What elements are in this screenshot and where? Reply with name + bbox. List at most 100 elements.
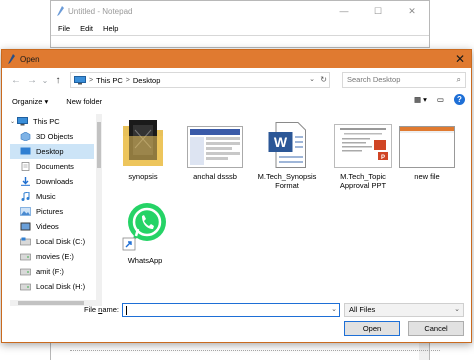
desktop-icon	[20, 147, 36, 156]
word-doc-icon: W	[257, 116, 317, 168]
nav-item-desktop[interactable]: Desktop	[10, 144, 94, 159]
toolbar: Organize ▾ New folder ▦ ▾ ▭ ?	[2, 92, 471, 110]
nav-item-3d-objects[interactable]: 3D Objects	[10, 129, 94, 144]
chevron-down-icon: ⌄	[454, 306, 460, 313]
nav-item-amit-f[interactable]: amit (F:)	[10, 264, 94, 279]
nav-item-label: Videos	[36, 222, 59, 231]
dialog-close-button[interactable]: ✕	[449, 50, 471, 68]
nav-item-label: Downloads	[36, 177, 74, 186]
breadcrumb-separator: >	[89, 76, 94, 84]
notepad-title: Untitled - Notepad	[68, 6, 133, 16]
notepad-close-button[interactable]: ✕	[395, 1, 429, 21]
filename-dropdown-icon[interactable]: ⌄	[331, 304, 337, 316]
notepad-menubar: File Edit Help	[51, 21, 429, 35]
forward-button[interactable]: →	[24, 72, 40, 88]
nav-item-videos[interactable]: Videos	[10, 219, 94, 234]
drive-icon	[20, 252, 36, 261]
help-icon[interactable]: ?	[454, 94, 465, 105]
notepad-editor[interactable]	[51, 35, 429, 47]
drive-icon	[20, 282, 36, 291]
file-item-new-file[interactable]: new file	[394, 116, 460, 181]
file-item-m-tech-topic-approval-ppt[interactable]: P M.Tech_Topic Approval PPT	[330, 116, 396, 190]
nav-item-downloads[interactable]: Downloads	[10, 174, 94, 189]
search-input[interactable]: Search Desktop ⌕	[342, 72, 466, 88]
documents-icon	[20, 162, 36, 171]
file-item-label: synopsis	[128, 172, 158, 181]
view-options-button[interactable]: ▦ ▾	[414, 95, 427, 104]
dialog-titlebar: Open	[2, 50, 471, 68]
cancel-button[interactable]: Cancel	[408, 321, 464, 336]
notepad-icon	[8, 54, 15, 64]
breadcrumb-desktop[interactable]: Desktop	[133, 76, 161, 85]
notepad-controls: — ☐ ✕	[327, 1, 429, 21]
filename-label: File name:	[84, 305, 120, 314]
address-bar[interactable]: > This PC > Desktop ⌄ ↻	[70, 72, 330, 88]
address-dropdown-icon[interactable]: ⌄	[309, 73, 315, 87]
image-thumb-icon	[185, 116, 245, 168]
maximize-button[interactable]: ☐	[361, 1, 395, 21]
navigation-scrollbar[interactable]	[96, 114, 102, 300]
downloads-icon	[20, 177, 36, 186]
file-item-label: M.Tech_Synopsis Format	[257, 172, 317, 190]
open-button[interactable]: Open	[344, 321, 400, 336]
file-item-whatsapp[interactable]: WhatsApp	[112, 200, 178, 265]
new-folder-button[interactable]: New folder	[66, 97, 102, 106]
nav-item-documents[interactable]: Documents	[10, 159, 94, 174]
recent-locations-button[interactable]: ⌄	[40, 72, 50, 88]
refresh-icon[interactable]: ↻	[320, 73, 327, 87]
file-item-label: new file	[414, 172, 440, 181]
nav-item-label: Desktop	[36, 147, 64, 156]
organize-button[interactable]: Organize ▾	[12, 97, 48, 106]
back-button[interactable]: ←	[8, 72, 24, 88]
folder-icon	[113, 116, 173, 168]
file-item-synopsis[interactable]: synopsis	[110, 116, 176, 181]
breadcrumb-this-pc[interactable]: This PC	[96, 76, 123, 85]
text-caret	[126, 305, 127, 315]
minimize-button[interactable]: —	[327, 1, 361, 21]
nav-item-label: Local Disk (H:)	[36, 282, 86, 291]
pictures-icon	[20, 207, 36, 216]
nav-item-label: movies (E:)	[36, 252, 74, 261]
search-icon: ⌕	[456, 75, 461, 84]
menu-file[interactable]: File	[58, 24, 70, 33]
file-list: synopsis anchal dsssb W M.Tech_Synopsis For…	[110, 116, 470, 296]
notepad-window: Untitled - Notepad — ☐ ✕ File Edit Help	[50, 0, 430, 48]
dialog-title: Open	[20, 54, 40, 64]
file-item-m-tech-synopsis-format[interactable]: W M.Tech_Synopsis Format	[254, 116, 320, 190]
nav-item-pictures[interactable]: Pictures	[10, 204, 94, 219]
screen: { "notepad": { "title": "Untitled - Note…	[0, 0, 474, 360]
navigation-pane: ⌄ This PC 3D Objects Desktop Documents Downlo…	[10, 114, 94, 294]
file-type-value: All Files	[349, 305, 376, 314]
address-row: ← → ⌄ ↑ > This PC > Desktop ⌄ ↻ Search D…	[2, 68, 471, 92]
nav-item-label: amit (F:)	[36, 267, 64, 276]
menu-help[interactable]: Help	[103, 24, 118, 33]
disk-icon	[20, 237, 36, 246]
file-item-anchal-dsssb[interactable]: anchal dsssb	[182, 116, 248, 181]
preview-pane-button[interactable]: ▭	[437, 95, 444, 104]
nav-item-local-disk-h[interactable]: Local Disk (H:)	[10, 279, 94, 294]
music-icon	[20, 192, 36, 201]
file-item-label: M.Tech_Topic Approval PPT	[339, 172, 387, 190]
nav-item-this-pc[interactable]: ⌄ This PC	[10, 114, 94, 129]
nav-item-label: Local Disk (C:)	[36, 237, 86, 246]
scrollbar-thumb[interactable]	[18, 301, 84, 305]
up-button[interactable]: ↑	[50, 72, 66, 88]
nav-item-label: This PC	[33, 117, 60, 126]
nav-item-local-disk-c[interactable]: Local Disk (C:)	[10, 234, 94, 249]
videos-icon	[20, 222, 36, 231]
nav-item-label: 3D Objects	[36, 132, 74, 141]
scrollbar-thumb[interactable]	[97, 122, 101, 168]
menu-edit[interactable]: Edit	[80, 24, 93, 33]
whatsapp-icon	[115, 200, 175, 252]
divider	[70, 350, 440, 351]
search-placeholder: Search Desktop	[347, 75, 401, 84]
file-type-select[interactable]: All Files ⌄	[344, 303, 464, 317]
svg-text:P: P	[381, 155, 385, 161]
ppt-thumb-icon: P	[333, 116, 393, 168]
breadcrumb-separator: >	[125, 76, 130, 84]
nav-item-movies-e[interactable]: movies (E:)	[10, 249, 94, 264]
filename-input[interactable]: ⌄	[122, 303, 340, 317]
nav-item-label: Documents	[36, 162, 74, 171]
nav-item-label: Pictures	[36, 207, 64, 216]
nav-item-music[interactable]: Music	[10, 189, 94, 204]
